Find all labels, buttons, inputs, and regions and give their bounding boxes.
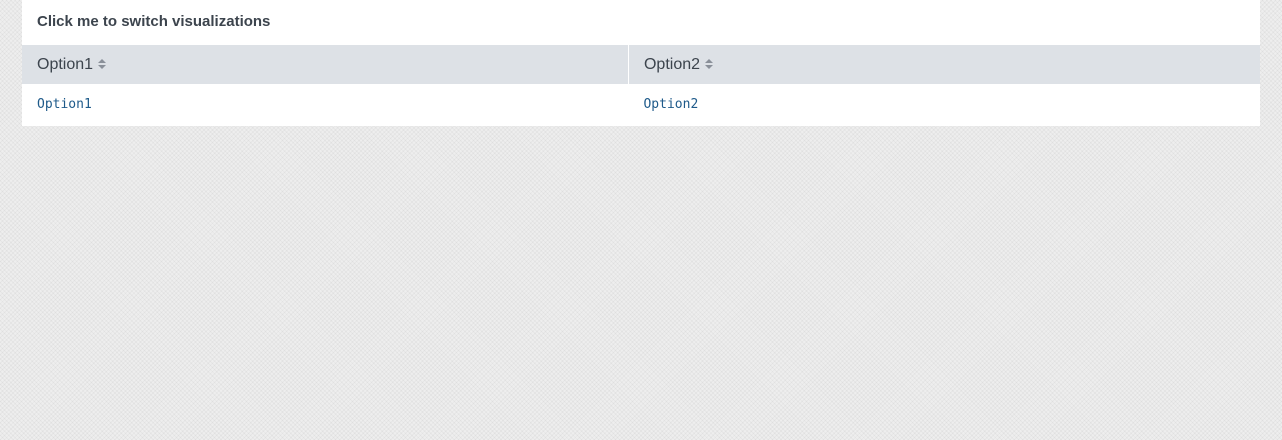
column-header-label: Option1 [37, 55, 94, 73]
table-row: Option1 Option2 [22, 84, 1260, 125]
table-cell: Option1 [22, 84, 628, 125]
cell-link-option1[interactable]: Option1 [37, 97, 92, 112]
sort-icon [705, 58, 714, 69]
table-header-row: Option1 Option2 [22, 45, 1260, 84]
column-header-label: Option2 [643, 55, 701, 73]
column-header-option2[interactable]: Option2 [627, 45, 1260, 84]
cell-link-option2[interactable]: Option2 [643, 97, 698, 112]
panel-title[interactable]: Click me to switch visualizations [37, 12, 270, 32]
column-header-option1[interactable]: Option1 [22, 45, 629, 84]
results-table: Option1 Option2 Option1 Option2 [22, 45, 1260, 125]
table-cell: Option2 [628, 84, 1260, 125]
sort-icon [98, 58, 107, 69]
dashboard-panel: Click me to switch visualizations Option… [22, 0, 1260, 126]
